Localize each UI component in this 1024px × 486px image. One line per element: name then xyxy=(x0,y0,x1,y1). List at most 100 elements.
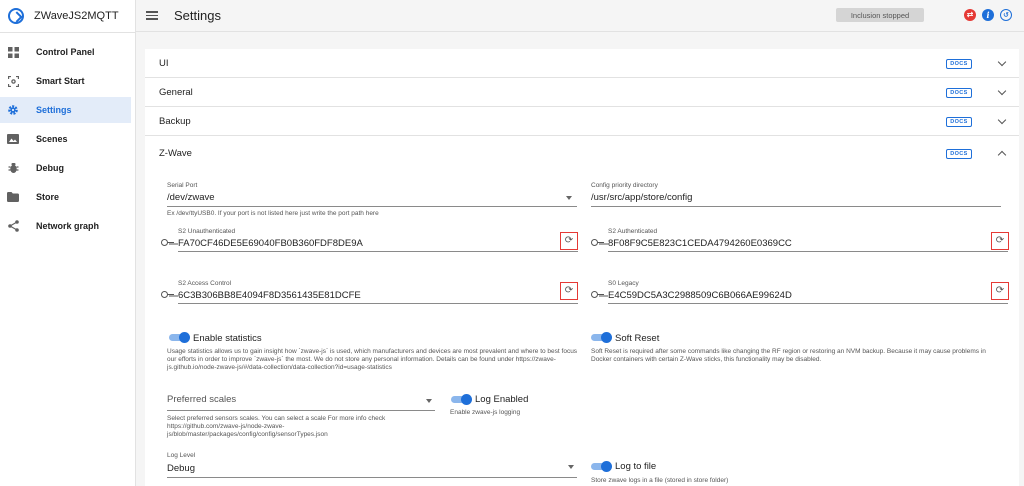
dropdown-arrow-icon[interactable] xyxy=(568,465,574,469)
panel-ui[interactable]: UI DOCS xyxy=(145,49,1019,78)
menu-icon[interactable] xyxy=(146,11,158,20)
chevron-up-icon[interactable] xyxy=(996,147,1008,159)
dropdown-arrow-icon[interactable] xyxy=(566,196,572,200)
key-icon xyxy=(591,290,605,298)
soft-reset-label: Soft Reset xyxy=(615,333,660,344)
usb-disconnected-icon[interactable]: ⇄ xyxy=(964,9,976,21)
scenes-icon xyxy=(7,133,19,145)
config-dir-input[interactable]: /usr/src/app/store/config xyxy=(591,192,692,203)
serial-port-underline xyxy=(167,206,577,207)
log-to-file-hint: Store zwave logs in a file (stored in st… xyxy=(591,477,729,484)
gear-icon xyxy=(7,104,19,116)
config-dir-underline xyxy=(591,206,1001,207)
log-level-select[interactable]: Debug xyxy=(167,463,195,474)
dropdown-arrow-icon[interactable] xyxy=(426,399,432,403)
inclusion-status-button[interactable]: Inclusion stopped xyxy=(836,8,924,22)
panel-general[interactable]: General DOCS xyxy=(145,78,1019,107)
sidebar-item-smart-start[interactable]: Smart Start xyxy=(0,68,131,94)
panel-title: UI xyxy=(159,57,169,69)
log-to-file-label: Log to file xyxy=(615,461,657,472)
s2-unauth-underline xyxy=(178,251,578,252)
sidebar-item-control-panel[interactable]: Control Panel xyxy=(0,39,131,65)
sidebar-item-label: Settings xyxy=(36,105,72,115)
share-icon xyxy=(7,220,19,232)
key-icon xyxy=(591,238,605,246)
enable-statistics-toggle[interactable] xyxy=(169,332,190,343)
regenerate-key-button[interactable]: ⟳ xyxy=(991,232,1009,250)
config-dir-label: Config priority directory xyxy=(591,182,658,189)
sidebar-item-label: Smart Start xyxy=(36,76,85,86)
s0-legacy-input[interactable]: E4C59DC5A3C2988509C6B066AE99624D xyxy=(608,290,792,301)
log-enabled-hint: Enable zwave-js logging xyxy=(450,409,521,416)
regenerate-key-button[interactable]: ⟳ xyxy=(560,232,578,250)
sidebar-item-label: Control Panel xyxy=(36,47,95,57)
grid-icon xyxy=(7,46,19,58)
regenerate-key-button[interactable]: ⟳ xyxy=(560,282,578,300)
soft-reset-toggle[interactable] xyxy=(591,332,612,343)
s2-auth-input[interactable]: 8F08F9C5E823C1CEDA4794260E0369CC xyxy=(608,238,792,249)
enable-statistics-label: Enable statistics xyxy=(193,333,262,344)
s2-auth-label: S2 Authenticated xyxy=(608,228,658,235)
s2-access-label: S2 Access Control xyxy=(178,280,232,287)
sidebar-item-label: Store xyxy=(36,192,60,202)
panel-title: General xyxy=(159,86,193,98)
history-icon[interactable]: ↺ xyxy=(1000,9,1012,21)
folder-icon xyxy=(7,191,19,203)
chevron-down-icon[interactable] xyxy=(996,115,1008,127)
log-enabled-toggle[interactable] xyxy=(451,394,472,405)
refresh-icon: ⟳ xyxy=(995,235,1005,246)
sidebar: ZWaveJS2MQTT Control Panel Smart Start S… xyxy=(0,0,136,486)
info-icon[interactable]: i xyxy=(982,9,994,21)
sidebar-item-settings[interactable]: Settings xyxy=(0,97,131,123)
serial-port-label: Serial Port xyxy=(167,182,198,189)
settings-panels: UI DOCS General DOCS Backup DOCS Z-Wave … xyxy=(145,49,1019,486)
s0-legacy-label: S0 Legacy xyxy=(608,280,639,287)
preferred-scales-hint: Select preferred sensors scales. You can… xyxy=(167,415,386,439)
s2-unauth-label: S2 Unauthenticated xyxy=(178,228,236,235)
sidebar-item-network-graph[interactable]: Network graph xyxy=(0,213,131,239)
preferred-scales-underline xyxy=(167,410,435,411)
key-icon xyxy=(161,290,175,298)
refresh-icon: ⟳ xyxy=(564,235,574,246)
brand[interactable]: ZWaveJS2MQTT xyxy=(0,0,135,32)
s0-legacy-underline xyxy=(608,303,1008,304)
docs-button[interactable]: DOCS xyxy=(946,59,972,69)
sidebar-item-label: Scenes xyxy=(36,134,68,144)
sidebar-item-scenes[interactable]: Scenes xyxy=(0,126,131,152)
docs-button[interactable]: DOCS xyxy=(946,117,972,127)
key-icon xyxy=(161,238,175,246)
chevron-down-icon[interactable] xyxy=(996,57,1008,69)
preferred-scales-select[interactable]: Preferred scales xyxy=(167,394,236,405)
sidebar-item-debug[interactable]: Debug xyxy=(0,155,131,181)
docs-button[interactable]: DOCS xyxy=(946,149,972,159)
refresh-icon: ⟳ xyxy=(995,285,1005,296)
log-level-underline xyxy=(167,477,577,478)
soft-reset-hint: Soft Reset is required after some comman… xyxy=(591,348,986,364)
panel-backup[interactable]: Backup DOCS xyxy=(145,107,1019,136)
serial-port-hint: Ex /dev/ttyUSB0. If your port is not lis… xyxy=(167,210,379,217)
chevron-down-icon[interactable] xyxy=(996,86,1008,98)
s2-auth-underline xyxy=(608,251,1008,252)
refresh-icon: ⟳ xyxy=(564,285,574,296)
top-app-bar: Settings Inclusion stopped ⇄ i ↺ xyxy=(136,0,1024,32)
serial-port-select[interactable]: /dev/zwave xyxy=(167,192,215,203)
s2-access-input[interactable]: 6C3B306BB8E4094F8D3561435E81DCFE xyxy=(178,290,361,301)
panel-title: Backup xyxy=(159,115,191,127)
app-name: ZWaveJS2MQTT xyxy=(34,10,119,22)
s2-unauth-input[interactable]: FA70CF46DE5E69040FB0B360FDF8DE9A xyxy=(178,238,363,249)
log-enabled-label: Log Enabled xyxy=(475,394,529,405)
sidebar-nav: Control Panel Smart Start Settings Scene… xyxy=(0,33,135,239)
s2-access-underline xyxy=(178,303,578,304)
enable-statistics-hint: Usage statistics allows us to gain insig… xyxy=(167,348,578,372)
sidebar-item-store[interactable]: Store xyxy=(0,184,131,210)
panel-zwave[interactable]: Z-Wave DOCS xyxy=(145,136,1019,170)
page-title: Settings xyxy=(174,8,221,23)
log-level-label: Log Level xyxy=(167,452,196,459)
log-to-file-toggle[interactable] xyxy=(591,461,612,472)
zwave-logo-icon xyxy=(8,8,24,24)
docs-button[interactable]: DOCS xyxy=(946,88,972,98)
bug-icon xyxy=(7,162,19,174)
sidebar-item-label: Debug xyxy=(36,163,64,173)
sidebar-item-label: Network graph xyxy=(36,221,100,231)
regenerate-key-button[interactable]: ⟳ xyxy=(991,282,1009,300)
